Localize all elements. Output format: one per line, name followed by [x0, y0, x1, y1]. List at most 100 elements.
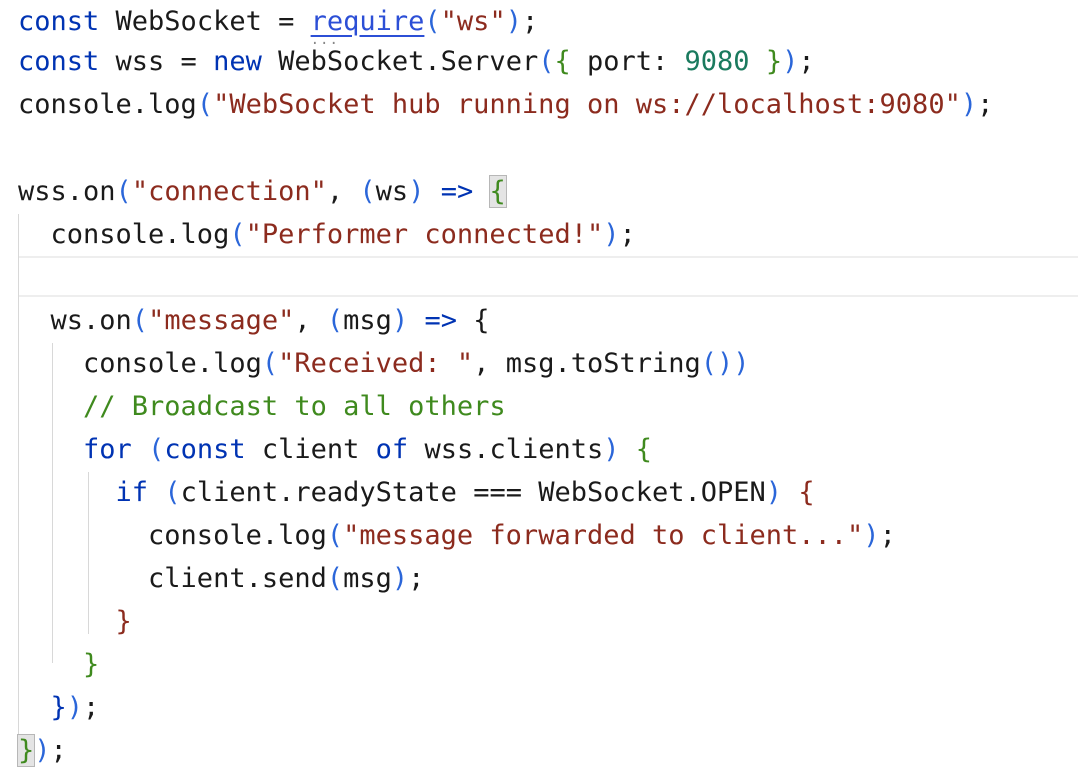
- code-token: (: [164, 477, 181, 508]
- code-line[interactable]: console.log("WebSocket hub running on ws…: [0, 83, 1078, 126]
- require-link[interactable]: require ···: [311, 6, 425, 51]
- code-token: {: [554, 46, 571, 77]
- code-line[interactable]: });: [0, 729, 1078, 772]
- code-token: ;: [408, 563, 425, 594]
- code-token: client: [245, 434, 376, 465]
- code-token: }: [16, 734, 36, 767]
- code-token: {: [488, 175, 507, 208]
- code-token: (: [326, 520, 344, 551]
- code-token: ): [863, 520, 880, 551]
- code-line[interactable]: [0, 256, 1078, 299]
- code-token: ;: [83, 692, 100, 723]
- code-line[interactable]: const WebSocket = require ··· ("ws");: [0, 0, 1078, 51]
- code-token: const: [18, 46, 100, 77]
- code-line[interactable]: console.log("Received: ", msg.toString()…: [0, 342, 1078, 385]
- code-token: wss.on: [18, 176, 116, 207]
- code-token: of: [375, 434, 409, 465]
- code-token: // Broadcast to all others: [18, 391, 506, 422]
- code-token: ;: [879, 520, 896, 551]
- code-token: (: [326, 563, 344, 594]
- code-token: ;: [977, 89, 994, 120]
- code-token: ;: [619, 219, 636, 250]
- code-token: "ws": [440, 6, 506, 37]
- code-line[interactable]: if (client.readyState === WebSocket.OPEN…: [0, 471, 1078, 514]
- code-token: "connection": [131, 176, 327, 207]
- code-token: =>: [440, 176, 474, 207]
- code-line[interactable]: }: [0, 600, 1078, 643]
- code-editor[interactable]: const WebSocket = require ··· ("ws"); const…: [0, 0, 1078, 784]
- code-line[interactable]: for (const client of wss.clients) {: [0, 428, 1078, 471]
- code-token: ,: [326, 176, 360, 207]
- code-token: ): [505, 6, 522, 37]
- code-token: ): [603, 434, 620, 465]
- code-token: console.log: [18, 348, 262, 379]
- code-token: }: [18, 692, 67, 723]
- code-token: msg: [343, 563, 392, 594]
- code-token: (: [538, 46, 555, 77]
- code-token: 9080: [684, 46, 750, 77]
- code-token: ): [66, 692, 84, 723]
- code-token: (: [261, 348, 279, 379]
- code-token: for: [83, 434, 132, 465]
- code-token: const: [164, 434, 246, 465]
- code-line[interactable]: ws.on("message", (msg) => {: [0, 299, 1078, 342]
- code-token: {: [619, 434, 653, 465]
- code-token: ws: [375, 176, 409, 207]
- code-token: const: [18, 6, 100, 37]
- code-token: ): [603, 219, 620, 250]
- code-token: ): [765, 477, 783, 508]
- code-token: msg: [343, 305, 392, 336]
- code-token: (: [148, 434, 165, 465]
- code-token: (: [359, 176, 376, 207]
- code-token: "message forwarded to client...": [343, 520, 864, 551]
- code-token: (: [424, 6, 441, 37]
- code-token: }: [18, 606, 132, 637]
- code-line[interactable]: // Broadcast to all others: [0, 385, 1078, 428]
- code-line[interactable]: wss.on("connection", (ws) => {: [0, 170, 1078, 213]
- code-token: {: [456, 305, 490, 336]
- code-token: ;: [521, 6, 539, 37]
- code-line[interactable]: });: [0, 686, 1078, 729]
- code-token: if: [115, 477, 149, 508]
- code-token: ): [34, 735, 51, 766]
- code-token: {: [782, 477, 815, 508]
- code-token: wss.clients: [408, 434, 604, 465]
- code-token: port:: [570, 46, 685, 77]
- code-token: (: [326, 305, 344, 336]
- code-token: (: [229, 219, 246, 250]
- code-token: ): [408, 176, 425, 207]
- code-token: client.readyState === WebSocket.OPEN: [180, 477, 766, 508]
- code-token: client.send: [18, 563, 327, 594]
- code-token: }: [18, 649, 100, 680]
- code-token: ws.on: [18, 305, 132, 336]
- code-line[interactable]: console.log("message forwarded to client…: [0, 514, 1078, 557]
- code-token: ): [960, 89, 978, 120]
- code-token: (): [700, 348, 734, 379]
- code-token: =>: [424, 305, 457, 336]
- code-line[interactable]: console.log("Performer connected!");: [0, 213, 1078, 256]
- code-token: WebSocket.Server: [261, 46, 539, 77]
- code-token: "WebSocket hub running on ws://localhost…: [213, 89, 961, 120]
- code-token: (: [196, 89, 214, 120]
- code-token: ): [733, 348, 750, 379]
- code-token: ): [391, 563, 409, 594]
- code-token: "Performer connected!": [245, 219, 604, 250]
- code-token: "message": [148, 305, 295, 336]
- code-token: ,: [294, 305, 327, 336]
- code-token: (: [131, 305, 149, 336]
- code-line[interactable]: const wss = new WebSocket.Server({ port:…: [0, 40, 1078, 83]
- code-line[interactable]: }: [0, 643, 1078, 686]
- code-token: }: [749, 46, 783, 77]
- code-token: ): [782, 46, 799, 77]
- code-token: wss =: [99, 46, 214, 77]
- code-line[interactable]: client.send(msg);: [0, 557, 1078, 600]
- code-line[interactable]: [0, 126, 1078, 169]
- code-token: ): [391, 305, 409, 336]
- code-token: (: [115, 176, 132, 207]
